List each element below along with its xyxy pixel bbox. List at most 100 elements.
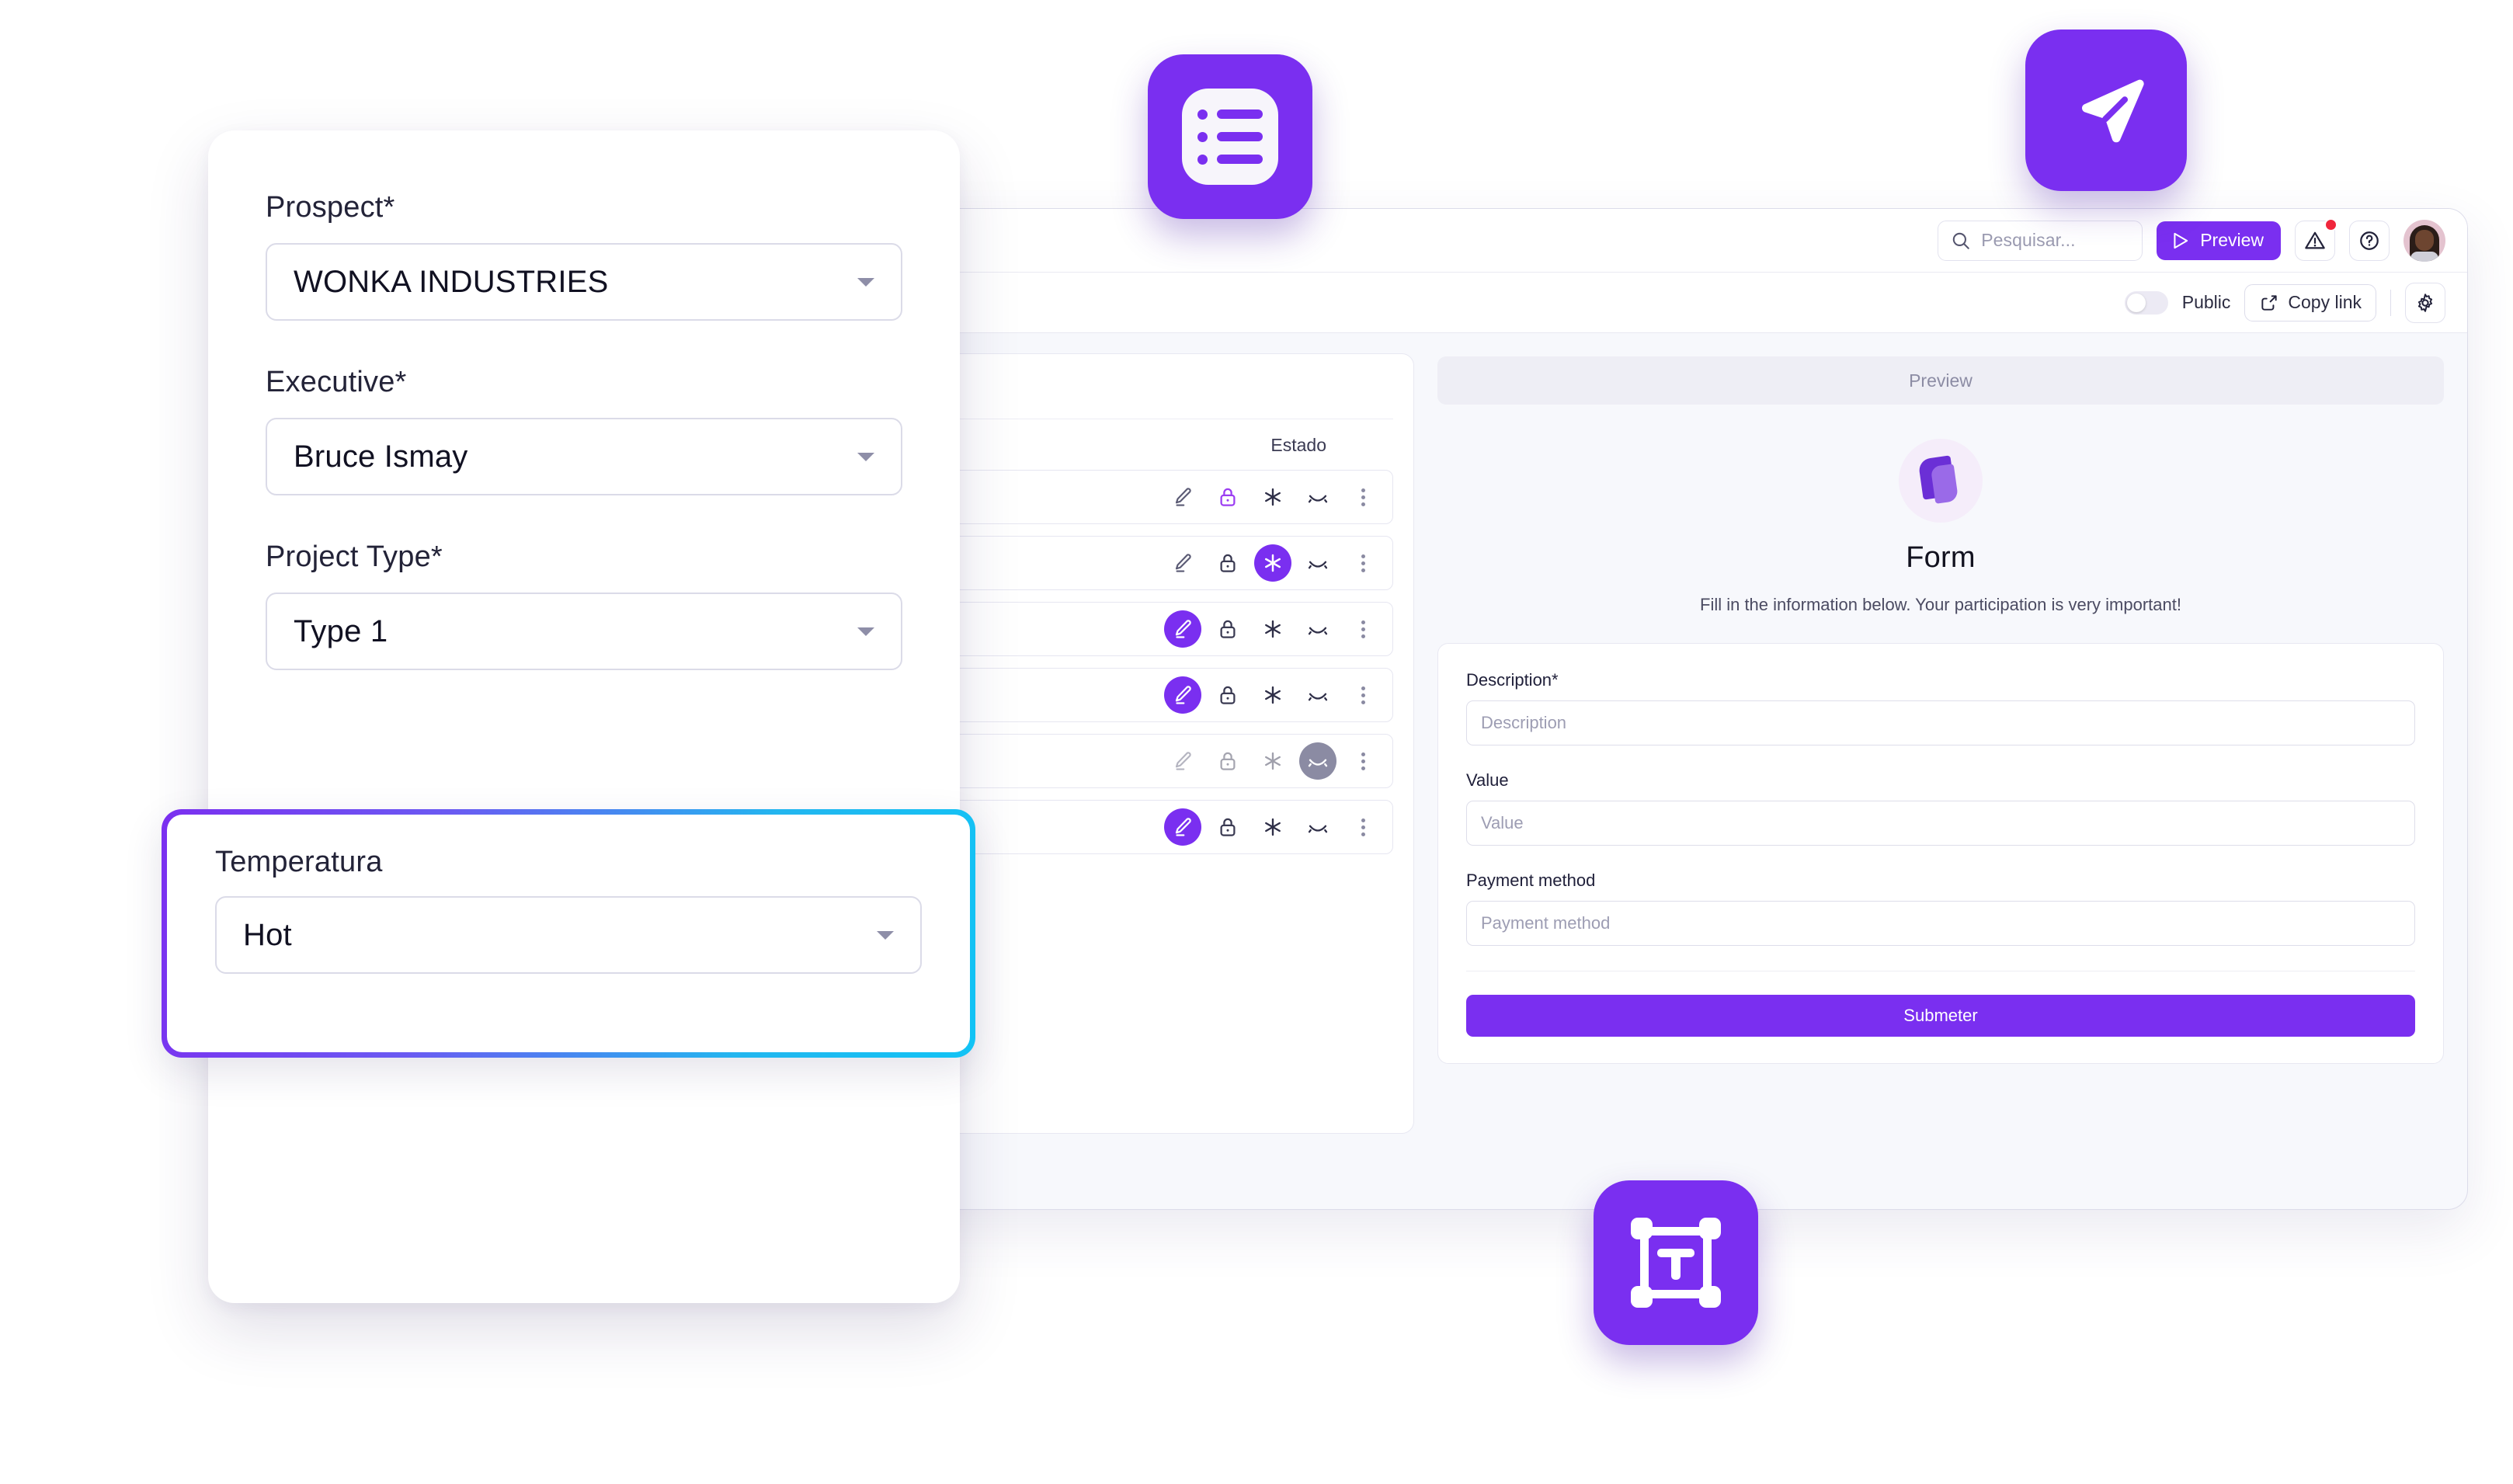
asterisk-icon[interactable] <box>1254 610 1291 648</box>
chevron-down-icon <box>857 627 874 636</box>
lead-form-card: Prospect* WONKA INDUSTRIES Executive* Br… <box>208 130 960 1303</box>
send-tile[interactable] <box>2025 30 2187 191</box>
asterisk-icon[interactable] <box>1254 808 1291 846</box>
temperatura-select[interactable]: Hot <box>215 896 922 974</box>
eye-closed-icon[interactable] <box>1299 544 1336 582</box>
payment-method-input[interactable]: Payment method <box>1466 901 2415 946</box>
asterisk-icon[interactable] <box>1254 742 1291 780</box>
help-button[interactable] <box>2349 220 2390 261</box>
logo-leaf-front <box>1930 464 1959 504</box>
preview-field-value: Value Value <box>1466 770 2415 846</box>
project-type-select[interactable]: Type 1 <box>266 593 902 670</box>
prospect-select[interactable]: WONKA INDUSTRIES <box>266 243 902 321</box>
toggle-knob <box>2126 293 2146 312</box>
project-type-label: Project Type* <box>266 540 443 573</box>
text-box-icon <box>1631 1218 1721 1308</box>
preview-field-payment-method: Payment method Payment method <box>1466 871 2415 946</box>
eye-closed-icon[interactable] <box>1299 676 1336 714</box>
preview-form-subtitle: Fill in the information below. Your part… <box>1700 595 2181 614</box>
lock-icon[interactable] <box>1209 544 1246 582</box>
preview-button-label: Preview <box>2200 230 2264 250</box>
preview-field-description: Description* Description <box>1466 670 2415 745</box>
pencil-icon[interactable] <box>1164 610 1201 648</box>
more-vertical-icon[interactable] <box>1344 808 1382 846</box>
preview-button[interactable]: Preview <box>2157 221 2281 260</box>
form-field-temperatura: Temperatura Hot <box>167 815 970 1052</box>
preview-form-footer: Submeter <box>1466 971 2415 1063</box>
preview-tab[interactable]: Preview <box>1437 356 2444 405</box>
public-toggle[interactable] <box>2124 290 2168 315</box>
preview-form-card: Description* Description Value Value Pay… <box>1437 643 2444 1064</box>
column-header-estado: Estado <box>1270 435 1326 455</box>
alerts-button[interactable] <box>2295 217 2337 261</box>
pencil-icon[interactable] <box>1164 544 1201 582</box>
copy-link-button[interactable]: Copy link <box>2244 283 2376 321</box>
search-placeholder: Pesquisar... <box>1981 230 2076 250</box>
value-input[interactable]: Value <box>1466 801 2415 846</box>
lock-icon[interactable] <box>1209 610 1246 648</box>
list-tile[interactable] <box>1148 54 1312 219</box>
notification-badge <box>2324 217 2337 231</box>
pencil-icon[interactable] <box>1164 742 1201 780</box>
avatar-body <box>2410 251 2438 262</box>
copy-link-icon <box>2261 294 2278 311</box>
input-placeholder: Payment method <box>1481 913 1611 933</box>
eye-closed-icon[interactable] <box>1299 478 1336 516</box>
chevron-down-icon <box>857 452 874 461</box>
eye-closed-icon[interactable] <box>1299 610 1336 648</box>
input-placeholder: Description <box>1481 713 1567 732</box>
more-vertical-icon[interactable] <box>1344 478 1382 516</box>
pencil-icon[interactable] <box>1164 478 1201 516</box>
send-plane-icon <box>2082 79 2144 143</box>
executive-select[interactable]: Bruce Ismay <box>266 418 902 495</box>
lock-icon[interactable] <box>1209 676 1246 714</box>
more-vertical-icon[interactable] <box>1344 610 1382 648</box>
prospect-value: WONKA INDUSTRIES <box>294 264 609 299</box>
eye-closed-icon[interactable] <box>1299 742 1336 780</box>
input-placeholder: Value <box>1481 813 1524 832</box>
toolbar-divider <box>2390 289 2391 316</box>
preview-tab-label: Preview <box>1909 370 1973 391</box>
help-circle-icon <box>2360 231 2379 250</box>
asterisk-icon[interactable] <box>1254 544 1291 582</box>
form-field-executive: Executive* Bruce Ismay <box>266 366 902 495</box>
text-tile[interactable] <box>1594 1180 1758 1345</box>
field-label: Value <box>1466 770 1509 790</box>
gear-icon <box>2417 293 2433 312</box>
submeter-button-label: Submeter <box>1903 1006 1978 1025</box>
lock-icon[interactable] <box>1209 808 1246 846</box>
more-vertical-icon[interactable] <box>1344 676 1382 714</box>
play-icon <box>2174 232 2188 248</box>
field-label: Payment method <box>1466 871 1596 890</box>
form-preview-panel: Preview Form Fill in the information bel… <box>1437 353 2444 1209</box>
preview-form-title: Form <box>1906 541 1976 574</box>
pencil-icon[interactable] <box>1164 808 1201 846</box>
submeter-button[interactable]: Submeter <box>1466 995 2415 1037</box>
settings-button[interactable] <box>2405 282 2445 323</box>
more-vertical-icon[interactable] <box>1344 544 1382 582</box>
form-field-project-type: Project Type* Type 1 <box>266 540 902 670</box>
description-input[interactable]: Description <box>1466 700 2415 745</box>
alert-triangle-icon <box>2305 231 2325 248</box>
copy-link-label: Copy link <box>2288 292 2362 312</box>
temperatura-value: Hot <box>243 917 292 952</box>
eye-closed-icon[interactable] <box>1299 808 1336 846</box>
asterisk-icon[interactable] <box>1254 478 1291 516</box>
screenshot-stage: Pesquisar... Preview Public Copy link Es… <box>0 0 2513 1484</box>
lock-icon[interactable] <box>1209 478 1246 516</box>
lock-icon[interactable] <box>1209 742 1246 780</box>
search-input[interactable]: Pesquisar... <box>1938 220 2143 261</box>
public-toggle-label: Public <box>2181 292 2231 312</box>
brand-leaf-logo-icon <box>1899 439 1983 523</box>
subbar-actions: Public Copy link <box>2124 282 2445 323</box>
asterisk-icon[interactable] <box>1254 676 1291 714</box>
project-type-value: Type 1 <box>294 613 388 648</box>
executive-label: Executive* <box>266 366 407 398</box>
field-label: Description* <box>1466 670 1559 690</box>
more-vertical-icon[interactable] <box>1344 742 1382 780</box>
avatar-face <box>2415 229 2434 251</box>
chevron-down-icon <box>857 277 874 287</box>
pencil-icon[interactable] <box>1164 676 1201 714</box>
avatar[interactable] <box>2404 219 2445 262</box>
executive-value: Bruce Ismay <box>294 439 468 474</box>
